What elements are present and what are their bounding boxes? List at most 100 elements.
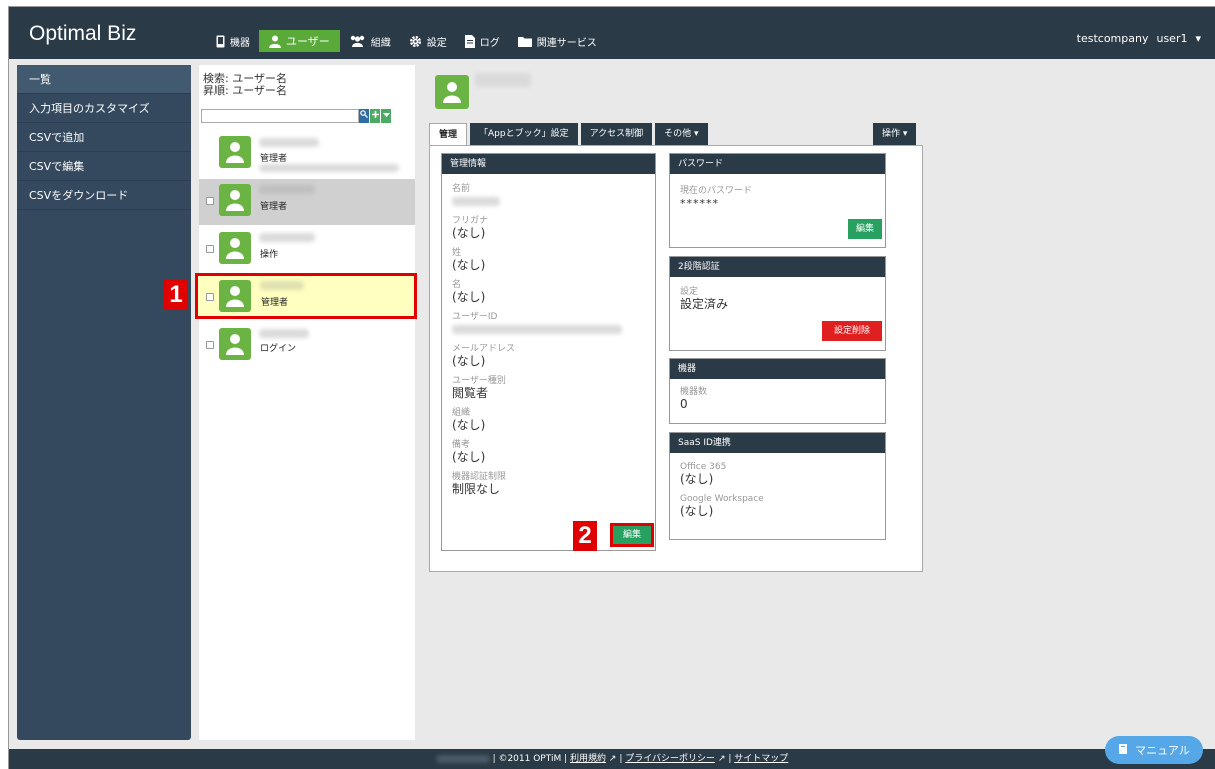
detail-tabs: 管理 「Appとブック」設定 アクセス制御 その他 ▾ <box>429 123 711 146</box>
tab-other[interactable]: その他 ▾ <box>655 123 708 145</box>
blurred-username <box>259 185 315 194</box>
manual-label: マニュアル <box>1135 744 1190 757</box>
management-edit-button[interactable]: 編集 <box>610 523 654 547</box>
devices-fields: 機器数 0 <box>670 387 885 411</box>
app-window: Optimal Biz 機器 ユーザー 組織 設定 ログ 関連サービス test… <box>8 6 1215 769</box>
footer-separator: | <box>728 754 732 764</box>
field-value-email: (なし) <box>452 354 486 368</box>
user-name: user1 <box>1156 32 1188 45</box>
brand-logo: Optimal Biz <box>29 22 137 45</box>
nav-item-devices[interactable]: 機器 <box>207 30 259 52</box>
user-icon <box>269 35 281 48</box>
two-factor-header: 2段階認証 <box>670 257 885 277</box>
nav-label: ログ <box>479 37 500 49</box>
account-menu[interactable]: testcompany user1 ▾ <box>1077 32 1201 45</box>
list-item[interactable]: 管理者 <box>199 179 415 225</box>
footer-terms-link[interactable]: 利用規約 <box>570 754 606 764</box>
row-checkbox[interactable] <box>206 197 214 205</box>
external-link-icon: ↗ <box>717 754 726 764</box>
search-icon[interactable] <box>359 109 369 123</box>
devices-box: 機器 機器数 0 <box>669 358 886 424</box>
saas-fields: Office 365 (なし) Google Workspace (なし) <box>670 453 885 518</box>
saas-id-box: SaaS ID連携 Office 365 (なし) Google Workspa… <box>669 432 886 540</box>
blurred-username <box>259 329 309 338</box>
operations-menu-button[interactable]: 操作 ▾ <box>873 123 917 145</box>
field-value-first-name: (なし) <box>452 290 486 304</box>
password-edit-button[interactable]: 編集 <box>848 219 882 239</box>
management-info-header: 管理情報 <box>442 154 655 174</box>
field-value-name <box>452 195 655 208</box>
user-role: 管理者 <box>261 298 289 308</box>
document-icon <box>464 34 475 48</box>
nav-item-related-services[interactable]: 関連サービス <box>509 30 606 52</box>
external-link-icon: ↗ <box>608 754 617 764</box>
add-user-icon[interactable] <box>370 109 380 123</box>
nav-label: 組織 <box>370 37 391 49</box>
blurred-footer-text <box>435 754 490 763</box>
two-factor-delete-button[interactable]: 設定削除 <box>822 321 882 341</box>
tab-app-book-settings[interactable]: 「Appとブック」設定 <box>470 123 578 145</box>
top-navigation-bar: Optimal Biz 機器 ユーザー 組織 設定 ログ 関連サービス test… <box>9 7 1215 59</box>
search-info: 検索: ユーザー名 昇順: ユーザー名 <box>199 65 415 97</box>
avatar <box>219 328 251 360</box>
sidebar-item-csv-add[interactable]: CSVで追加 <box>17 123 191 152</box>
nav-item-organization[interactable]: 組織 <box>340 30 400 52</box>
device-icon <box>216 35 225 48</box>
list-item[interactable]: 操作 <box>199 227 415 273</box>
sidebar-item-list[interactable]: 一覧 <box>17 65 191 94</box>
nav-item-users[interactable]: ユーザー <box>259 30 340 52</box>
avatar <box>219 136 251 168</box>
two-factor-box: 2段階認証 設定 設定済み 設定削除 <box>669 256 886 351</box>
field-value-furigana: (なし) <box>452 226 486 240</box>
field-label-name: 名前 <box>452 184 471 194</box>
search-input[interactable] <box>201 109 359 123</box>
footer-sitemap-link[interactable]: サイトマップ <box>734 754 788 764</box>
search-row <box>201 109 409 123</box>
nav-item-settings[interactable]: 設定 <box>400 30 456 52</box>
field-value-office365: (なし) <box>680 472 714 486</box>
sidebar: 一覧 入力項目のカスタマイズ CSVで追加 CSVで編集 CSVをダウンロード <box>17 65 191 740</box>
password-box: パスワード 現在のパスワード ****** 編集 <box>669 153 886 248</box>
row-checkbox[interactable] <box>206 341 214 349</box>
user-list-panel: 検索: ユーザー名 昇順: ユーザー名 管理者 管理者 操作 管理者 ログイン <box>195 65 417 740</box>
detail-avatar <box>435 75 469 109</box>
field-value-two-factor: 設定済み <box>680 297 729 311</box>
user-role: ログイン <box>260 344 297 354</box>
field-label-device-count: 機器数 <box>680 387 708 397</box>
field-label-current-password: 現在のパスワード <box>680 186 753 196</box>
avatar <box>219 232 251 264</box>
field-value-device-auth-limit: 制限なし <box>452 482 501 496</box>
blurred-name <box>452 197 500 206</box>
sidebar-item-csv-download[interactable]: CSVをダウンロード <box>17 181 191 210</box>
list-item[interactable]: ログイン <box>199 323 415 369</box>
row-checkbox[interactable] <box>206 245 214 253</box>
add-menu-chevron-icon[interactable] <box>381 109 391 123</box>
user-role: 管理者 <box>260 154 288 164</box>
group-icon <box>349 35 366 47</box>
footer: | ©2011 OPTiM | 利用規約 ↗ | プライバシーポリシー ↗ | … <box>9 749 1215 769</box>
avatar <box>219 184 251 216</box>
chevron-down-icon: ▾ <box>1195 32 1201 45</box>
row-checkbox[interactable] <box>206 293 214 301</box>
tab-management[interactable]: 管理 <box>429 123 468 146</box>
nav-item-logs[interactable]: ログ <box>456 30 509 52</box>
blurred-detail <box>259 164 399 172</box>
footer-copyright: | ©2011 OPTiM | <box>492 754 568 764</box>
management-info-box: 管理情報 名前 フリガナ (なし) 姓 (なし) 名 (なし) ユーザーID メ… <box>441 153 656 551</box>
user-role: 管理者 <box>260 202 288 212</box>
password-header: パスワード <box>670 154 885 174</box>
step-badge-2: 2 <box>573 521 597 551</box>
field-label-user-id: ユーザーID <box>452 312 498 322</box>
footer-privacy-link[interactable]: プライバシーポリシー <box>625 754 715 764</box>
list-item[interactable]: 管理者 <box>199 131 415 177</box>
book-icon <box>1118 743 1129 758</box>
saas-id-header: SaaS ID連携 <box>670 433 885 453</box>
list-item-selected[interactable]: 管理者 <box>195 273 417 319</box>
sidebar-item-customize-fields[interactable]: 入力項目のカスタマイズ <box>17 94 191 123</box>
tab-access-control[interactable]: アクセス制御 <box>580 123 653 145</box>
blurred-detail-username <box>475 73 531 87</box>
company-name: testcompany <box>1076 32 1149 45</box>
nav-label: 関連サービス <box>536 37 597 49</box>
manual-button[interactable]: マニュアル <box>1105 736 1203 764</box>
sidebar-item-csv-edit[interactable]: CSVで編集 <box>17 152 191 181</box>
